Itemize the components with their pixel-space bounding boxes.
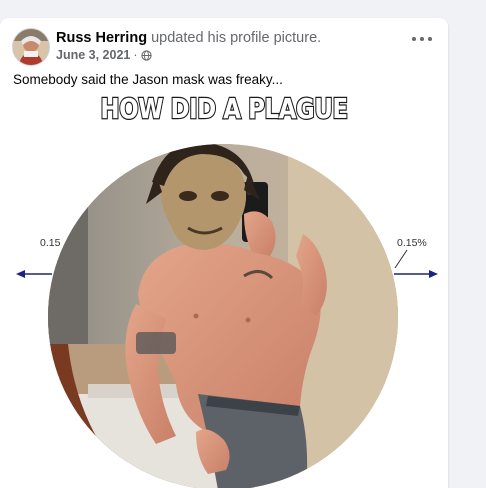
post-meta: June 3, 2021 ·: [56, 48, 152, 62]
author-avatar[interactable]: [12, 28, 50, 66]
author-name[interactable]: Russ Herring: [56, 30, 147, 46]
left-arrow-icon: [16, 270, 52, 278]
left-value-label: 0.15: [40, 237, 61, 249]
more-options-button[interactable]: [412, 34, 432, 44]
profile-photo[interactable]: HOW DID A PLAGUE 0.15 0.15%: [0, 92, 448, 488]
post-card: Russ Herring updated his profile picture…: [0, 18, 448, 488]
globe-icon[interactable]: [140, 49, 152, 61]
post-caption: Somebody said the Jason mask was freaky.…: [13, 72, 283, 87]
post-action-text: updated his profile picture.: [151, 30, 322, 46]
profile-photo-circle: [48, 144, 398, 488]
post-date[interactable]: June 3, 2021: [56, 48, 130, 62]
post-header: Russ Herring updated his profile picture…: [56, 30, 321, 46]
meme-text: HOW DID A PLAGUE: [99, 93, 349, 127]
more-horizontal-icon: [412, 37, 416, 41]
pointer-line: [394, 249, 408, 269]
meta-separator: ·: [133, 48, 138, 62]
